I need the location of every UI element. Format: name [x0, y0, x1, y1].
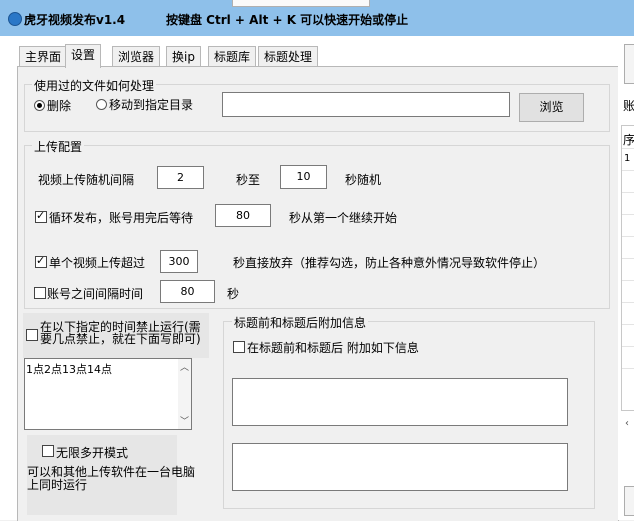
tab-main[interactable]: 主界面: [19, 46, 68, 67]
scroll-down-icon[interactable]: ﹀: [180, 414, 189, 427]
file-handling-title: 使用过的文件如何处理: [32, 77, 157, 94]
scroll-up-icon[interactable]: ︿: [180, 360, 189, 373]
interval-min-input[interactable]: 2: [157, 166, 204, 189]
side-col-header: 序: [623, 133, 634, 147]
multi-open-checkbox[interactable]: [42, 445, 54, 457]
side-row-number: 1: [624, 153, 631, 164]
side-row-divider: [622, 324, 634, 325]
loop-label[interactable]: 循环发布，账号用完后等待: [49, 209, 193, 226]
side-account-list[interactable]: 序 1 ‹: [621, 125, 634, 429]
title-affix-checkbox[interactable]: [233, 341, 245, 353]
radio-move-label[interactable]: 移动到指定目录: [109, 96, 193, 113]
scrollbar-vertical[interactable]: ︿ ﹀: [178, 359, 191, 429]
hotkey-hint: 按键盘 Ctrl + Alt + K 可以快速开始或停止: [166, 13, 409, 27]
account-gap-checkbox[interactable]: [34, 287, 46, 299]
side-row-divider: [622, 170, 634, 171]
tab-title-library[interactable]: 标题库: [208, 46, 257, 67]
timeout-checkbox[interactable]: [35, 254, 47, 268]
side-row-divider: [622, 280, 634, 281]
side-row-divider: [622, 258, 634, 259]
title-affix-label[interactable]: 在标题前和标题后 附加如下信息: [247, 339, 419, 356]
side-row-divider: [622, 302, 634, 303]
forbid-time-checkbox[interactable]: [26, 329, 38, 341]
side-button-bottom[interactable]: [624, 486, 634, 516]
forbid-hours-textarea[interactable]: 1点2点13点14点 ︿ ﹀: [24, 358, 192, 430]
side-button-top[interactable]: [624, 44, 634, 84]
account-gap-suffix-label: 秒: [227, 287, 240, 301]
window-title: 虎牙视频发布v1.4: [24, 13, 126, 27]
target-dir-input[interactable]: [222, 92, 510, 117]
side-row-divider: [622, 148, 634, 149]
side-row-divider: [622, 368, 634, 369]
app-icon: [8, 12, 22, 26]
side-row-divider: [622, 236, 634, 237]
side-row-divider: [622, 346, 634, 347]
interval-label: 视频上传随机间隔: [38, 173, 135, 187]
radio-delete-label[interactable]: 删除: [47, 97, 71, 114]
multi-open-description: 可以和其他上传软件在一台电脑上同时运行: [27, 465, 196, 492]
side-row-divider: [622, 192, 634, 193]
side-header: 账: [623, 99, 634, 113]
multi-open-label[interactable]: 无限多开模式: [56, 444, 128, 461]
scroll-left-icon[interactable]: ‹: [625, 418, 629, 429]
upload-config-title: 上传配置: [32, 138, 85, 155]
tab-browser[interactable]: 浏览器: [112, 46, 161, 67]
title-suffix-textarea[interactable]: [232, 443, 568, 491]
forbid-time-label[interactable]: 在以下指定的时间禁止运行(需要几点禁止，就在下面写即可): [40, 321, 205, 345]
title-affix-title: 标题前和标题后附加信息: [232, 314, 369, 331]
tab-title-processing[interactable]: 标题处理: [258, 46, 319, 67]
interval-to-label: 秒至: [236, 173, 261, 187]
browse-button[interactable]: 浏览: [519, 93, 584, 122]
account-gap-input[interactable]: 80: [160, 280, 215, 303]
interval-max-input[interactable]: 10: [280, 165, 327, 189]
forbid-hours-text: 1点2点13点14点: [26, 363, 112, 376]
timeout-label[interactable]: 单个视频上传超过: [49, 254, 145, 271]
title-prefix-textarea[interactable]: [232, 378, 568, 426]
loop-suffix-label: 秒从第一个继续开始: [289, 211, 398, 225]
radio-move[interactable]: [96, 99, 107, 110]
loop-wait-input[interactable]: 80: [215, 204, 271, 227]
loop-checkbox[interactable]: [35, 209, 47, 223]
timeout-input[interactable]: 300: [160, 250, 198, 273]
interval-suffix-label: 秒随机: [345, 173, 382, 187]
radio-delete[interactable]: [34, 100, 45, 111]
hidden-popup-edge: [232, 0, 370, 7]
tab-settings[interactable]: 设置: [65, 44, 102, 68]
side-row-divider: [622, 214, 634, 215]
timeout-suffix-label: 秒直接放弃（推荐勾选，防止各种意外情况导致软件停止）: [233, 256, 546, 270]
account-gap-label[interactable]: 账号之间间隔时间: [47, 285, 143, 302]
tab-change-ip[interactable]: 换ip: [166, 46, 201, 67]
